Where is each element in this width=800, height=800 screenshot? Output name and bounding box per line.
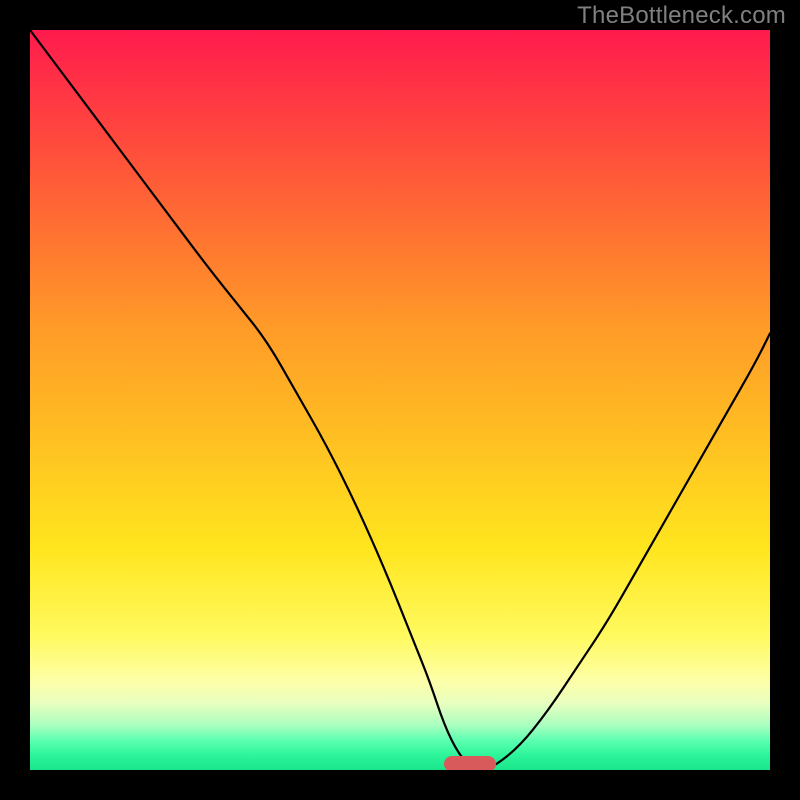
chart-frame: TheBottleneck.com [0,0,800,800]
optimal-range-marker [444,756,496,770]
watermark-text: TheBottleneck.com [577,2,786,30]
gradient-background [30,30,770,770]
plot-area [30,30,770,770]
